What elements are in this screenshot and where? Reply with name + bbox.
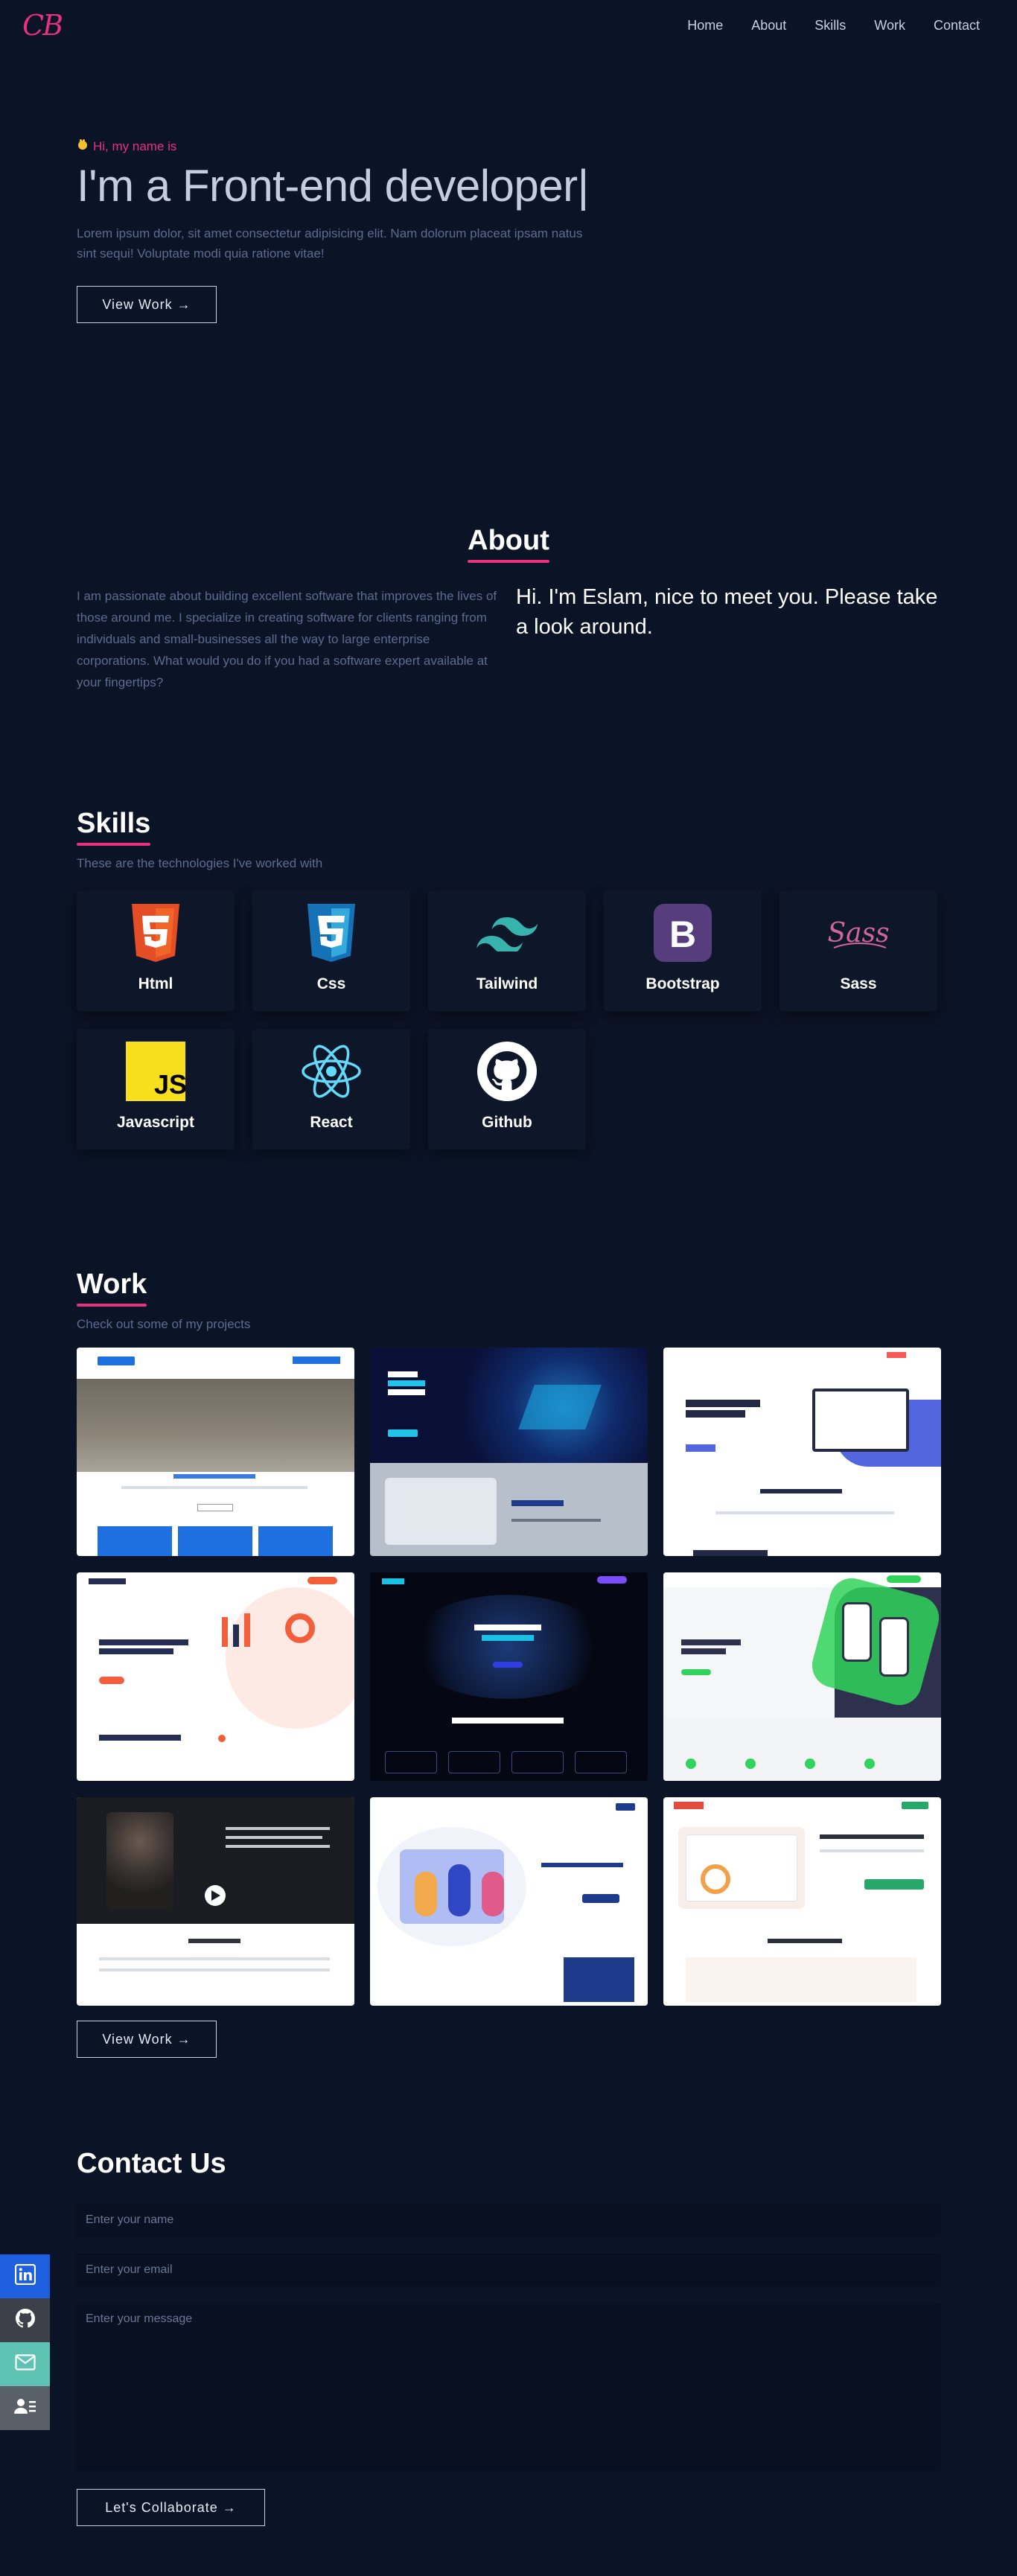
mail-icon (14, 2354, 36, 2374)
view-work-button[interactable]: View Work → (77, 286, 217, 323)
html5-icon (125, 902, 186, 963)
linkedin-icon (14, 2263, 36, 2289)
react-icon (301, 1041, 362, 1102)
svg-text:JS: JS (154, 1069, 185, 1100)
sass-icon: Sass (828, 902, 889, 963)
top-navbar: CB Home About Skills Work Contact (0, 0, 1017, 54)
skill-name: Css (316, 975, 346, 992)
email-field[interactable] (77, 2254, 940, 2286)
skill-card-bootstrap: B Bootstrap (604, 890, 762, 1011)
about-heading: About (468, 525, 549, 563)
nav-link-skills[interactable]: Skills (814, 18, 846, 34)
github-icon (476, 1041, 538, 1102)
github-icon (15, 2308, 36, 2333)
nav-link-about[interactable]: About (751, 18, 786, 34)
skill-card-react: React (252, 1029, 410, 1150)
message-field[interactable] (77, 2304, 940, 2471)
skill-card-javascript: JS Javascript (77, 1029, 235, 1150)
github-link[interactable] (0, 2298, 50, 2342)
about-highlight: Hi. I'm Eslam, nice to meet you. Please … (516, 585, 938, 639)
project-card-manage[interactable] (77, 1572, 354, 1781)
tailwind-icon (476, 902, 538, 963)
skills-subtitle: These are the technologies I've worked w… (77, 856, 323, 870)
project-card-team-landing[interactable] (370, 1797, 648, 2006)
contact-card-link[interactable] (0, 2386, 50, 2430)
logo[interactable]: CB (22, 9, 63, 42)
collaborate-button[interactable]: Let's Collaborate → (77, 2489, 265, 2526)
skills-header: Skills These are the technologies I've w… (77, 808, 322, 871)
css3-icon (301, 902, 362, 963)
skill-name: Javascript (117, 1114, 194, 1131)
project-card-defi[interactable] (370, 1572, 648, 1781)
waving-hand-icon (77, 138, 89, 154)
hero-title: I'm a Front-end developer| (77, 161, 589, 211)
work-header: Work Check out some of my projects (77, 1269, 250, 1332)
svg-text:B: B (669, 914, 696, 955)
skills-heading: Skills (77, 808, 151, 846)
skill-card-css: Css (252, 890, 410, 1011)
skill-card-github: Github (428, 1029, 586, 1150)
about-heading-wrap: About (0, 525, 1017, 563)
about-text: I am passionate about building excellent… (77, 589, 497, 689)
nav-link-home[interactable]: Home (687, 18, 723, 34)
project-card-bookmark[interactable] (663, 1348, 941, 1556)
projects-grid (77, 1348, 941, 2006)
skill-card-tailwind: Tailwind (428, 890, 586, 1011)
project-card-epoxy[interactable] (77, 1348, 354, 1556)
email-link[interactable] (0, 2342, 50, 2386)
project-card-secured[interactable] (370, 1348, 648, 1556)
skill-name: React (310, 1114, 353, 1131)
hero-description: Lorem ipsum dolor, sit amet consectetur … (77, 226, 583, 261)
skill-name: Sass (840, 975, 877, 992)
hero-greeting-row: Hi, my name is (77, 138, 643, 154)
nav-link-contact[interactable]: Contact (934, 18, 980, 34)
skill-name: Bootstrap (645, 975, 720, 992)
nav-links: Home About Skills Work Contact (687, 18, 980, 34)
project-card-video-course[interactable] (77, 1797, 354, 2006)
hero-greeting: Hi, my name is (93, 138, 177, 153)
skills-grid: Html Css Tailwind B Bootstrap Sass Sass … (77, 890, 940, 1150)
skill-name: Github (482, 1114, 532, 1131)
view-all-work-button[interactable]: View Work → (77, 2021, 217, 2058)
bootstrap-icon: B (652, 902, 713, 963)
name-field[interactable] (77, 2204, 940, 2237)
javascript-icon: JS (125, 1041, 186, 1102)
nav-link-work[interactable]: Work (874, 18, 905, 34)
work-heading: Work (77, 1269, 147, 1307)
skill-name: Tailwind (476, 975, 538, 992)
hero-section: Hi, my name is I'm a Front-end developer… (77, 138, 643, 323)
project-card-dashboard-landing[interactable] (663, 1797, 941, 2006)
contact-heading: Contact Us (77, 2148, 226, 2179)
skill-name: Html (138, 975, 173, 992)
work-subtitle: Check out some of my projects (77, 1317, 251, 1331)
project-card-easybank[interactable] (663, 1572, 941, 1781)
social-sidebar (0, 2254, 50, 2430)
linkedin-link[interactable] (0, 2254, 50, 2298)
contact-card-icon (13, 2397, 36, 2419)
skill-card-sass: Sass Sass (780, 890, 937, 1011)
skill-card-html: Html (77, 890, 235, 1011)
